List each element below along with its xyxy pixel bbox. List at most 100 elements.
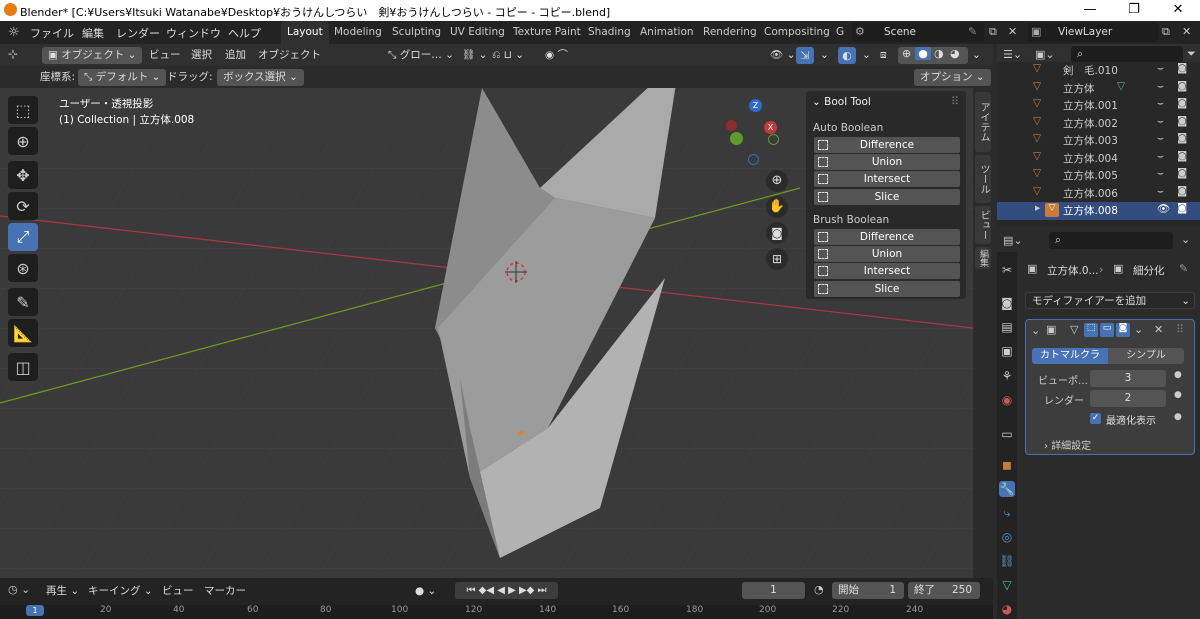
blender-menu-icon[interactable]: ☼ — [8, 25, 20, 40]
expand-icon[interactable]: ▸ — [1035, 202, 1040, 214]
close-button[interactable]: ✕ — [1156, 0, 1200, 21]
tab-texture-paint[interactable]: Texture Paint — [507, 21, 587, 44]
navigation-gizmo[interactable]: Z X — [720, 96, 790, 168]
gizmo-x-neg-icon[interactable] — [726, 120, 737, 131]
visibility-icon[interactable]: ⌣ — [1157, 97, 1164, 110]
end-frame-field[interactable]: 終了 250 — [908, 582, 980, 599]
dropdown-icon[interactable]: ⌄ — [1134, 323, 1143, 336]
render-tab-icon[interactable]: ◙ — [999, 295, 1015, 311]
playback-controls[interactable]: ⏮ ◆◀ ◀ ▶ ▶◆ ⏭ — [455, 582, 558, 599]
measure-icon[interactable]: 📐 — [8, 319, 38, 347]
tab-layout[interactable]: Layout — [281, 21, 329, 44]
realtime-icon[interactable]: ▭ — [1100, 323, 1114, 337]
playback-menu[interactable]: 再生 ⌄ — [46, 583, 79, 600]
drag-handle-icon[interactable]: ⠿ — [1176, 323, 1184, 336]
physics-tab-icon[interactable]: ◎ — [999, 529, 1015, 545]
editmode-icon[interactable]: ▽ — [1070, 323, 1078, 336]
menu-render[interactable]: レンダー — [116, 25, 160, 41]
tab-animation[interactable]: Animation — [634, 21, 700, 44]
drag-handle-icon[interactable]: ⠿ — [951, 95, 959, 108]
outliner-editor-icon[interactable]: ☰⌄ — [1003, 48, 1022, 61]
scene-tab-icon[interactable]: ⚘ — [999, 368, 1015, 384]
gizmo-y-icon[interactable] — [768, 134, 779, 145]
camera-icon[interactable]: ◙ — [1177, 62, 1187, 74]
auto-slice-button[interactable]: Slice — [814, 189, 960, 205]
advanced-subpanel[interactable]: › 詳細設定 — [1044, 437, 1091, 452]
gizmo-toggle-icon[interactable]: ⇲ — [796, 47, 814, 64]
tab-uv-editing[interactable]: UV Editing — [444, 21, 511, 44]
outliner-row-selected[interactable]: ▸ ▽ 立方体.008 👁 ◙ — [997, 202, 1200, 220]
transform-orientation[interactable]: ⤡ グロー… ⌄ — [388, 47, 454, 64]
collapse-icon[interactable]: ⌄ — [1181, 233, 1190, 246]
gizmo-z-neg-icon[interactable] — [748, 154, 759, 165]
zoom-icon[interactable]: ⊕ — [766, 170, 788, 192]
outliner-row[interactable]: ▽ 立方体.006 ⌣ ◙ — [997, 185, 1200, 203]
viewlayer-tab-icon[interactable]: ▣ — [999, 343, 1015, 359]
render-icon[interactable]: ◙ — [1116, 323, 1130, 337]
visibility-icon[interactable]: ⌣ — [1157, 62, 1164, 75]
simple-tab[interactable]: シンプル — [1108, 348, 1184, 364]
visibility-icon[interactable]: ⌣ — [1157, 80, 1164, 93]
timeline-view-menu[interactable]: ビュー — [162, 583, 194, 600]
visibility-icon[interactable]: ⌣ — [1157, 132, 1164, 145]
tab-item[interactable]: アイテム — [975, 92, 991, 152]
options-dropdown[interactable]: オプション ⌄ — [914, 69, 991, 86]
camera-icon[interactable]: ◙ — [1177, 132, 1187, 144]
menu-add[interactable]: 追加 — [225, 47, 246, 64]
camera-icon[interactable]: ◙ — [1177, 115, 1187, 127]
coord-dropdown[interactable]: ⤡ デフォルト ⌄ — [78, 69, 167, 86]
collection-tab-icon[interactable]: ▭ — [999, 426, 1015, 442]
snap-icon[interactable]: ⎌ ⊔ ⌄ — [492, 47, 524, 64]
auto-intersect-button[interactable]: Intersect — [814, 171, 960, 187]
keyframe-dot-icon[interactable]: ● — [1174, 390, 1182, 400]
visibility-icon[interactable]: 👁 — [1157, 202, 1170, 215]
select-box-icon[interactable]: ⬚ — [8, 96, 38, 124]
editor-type-icon[interactable]: ⊹ — [8, 47, 18, 61]
solid-icon[interactable]: ● — [915, 47, 931, 60]
outliner-row[interactable]: ▽ 立方体.004 ⌣ ◙ — [997, 150, 1200, 168]
outliner-row[interactable]: ▽ 立方体.001 ⌣ ◙ — [997, 97, 1200, 115]
marker-menu[interactable]: マーカー — [204, 583, 246, 600]
pin-icon[interactable]: ✎ — [968, 25, 977, 38]
tab-tool[interactable]: ツール — [975, 155, 991, 203]
gizmo-dropdown-icon[interactable]: ⌄ — [820, 47, 829, 64]
material-tab-icon[interactable]: ◕ — [999, 601, 1015, 617]
delete-scene-icon[interactable]: ✕ — [1008, 25, 1017, 38]
brush-difference-button[interactable]: Difference — [814, 229, 960, 245]
new-viewlayer-icon[interactable]: ⧉ — [1162, 25, 1170, 39]
gizmo-z-icon[interactable]: Z — [749, 99, 762, 112]
xray-icon[interactable]: ⧈ — [880, 47, 887, 64]
add-cube-icon[interactable]: ◫ — [8, 353, 38, 381]
tab-sculpting[interactable]: Sculpting — [386, 21, 447, 44]
start-frame-field[interactable]: 開始 1 — [832, 582, 904, 599]
menu-help[interactable]: ヘルプ — [228, 25, 261, 41]
outliner-row[interactable]: ▽ 剣 毛.010 ⌣ ◙ — [997, 62, 1200, 80]
keyframe-dot-icon[interactable]: ● — [1174, 412, 1182, 422]
add-modifier-dropdown[interactable]: モディファイアーを追加 ⌄ — [1025, 292, 1195, 309]
bool-tool-header[interactable]: ⌄ Bool Tool — [812, 96, 871, 108]
pivot-icon[interactable]: ⛓ ⌄ — [462, 47, 487, 64]
camera-icon[interactable]: ◙ — [1177, 202, 1187, 214]
record-icon[interactable]: ● ⌄ — [415, 583, 436, 600]
annotate-icon[interactable]: ✎ — [8, 288, 38, 316]
optimal-display-checkbox[interactable]: ✓ — [1090, 413, 1101, 424]
overlay-icon[interactable]: ◐ — [838, 47, 856, 64]
menu-window[interactable]: ウィンドウ — [166, 25, 221, 41]
menu-object[interactable]: オブジェクト — [258, 47, 321, 64]
outliner-search[interactable]: ⌕ — [1071, 46, 1183, 63]
camera-icon[interactable]: ◙ — [1177, 150, 1187, 162]
transform-icon[interactable]: ⊛ — [8, 254, 38, 282]
brush-slice-button[interactable]: Slice — [814, 281, 960, 297]
cage-icon[interactable]: ⬚ — [1084, 323, 1098, 337]
camera-icon[interactable]: ◙ — [1177, 185, 1187, 197]
object-tab-icon[interactable]: ◼ — [999, 457, 1015, 473]
tab-rendering[interactable]: Rendering — [697, 21, 763, 44]
menu-edit[interactable]: 編集 — [82, 25, 104, 41]
drag-dropdown[interactable]: ボックス選択 ⌄ — [217, 69, 304, 86]
visibility-icon[interactable]: ⌣ — [1157, 115, 1164, 128]
camera-icon[interactable]: ◙ — [1177, 97, 1187, 109]
collapse-chevron-icon[interactable]: ⌄ — [1031, 324, 1040, 337]
material-icon[interactable]: ◑ — [934, 47, 944, 60]
visibility-icon[interactable]: ⌣ — [1157, 185, 1164, 198]
tab-modeling[interactable]: Modeling — [328, 21, 388, 44]
